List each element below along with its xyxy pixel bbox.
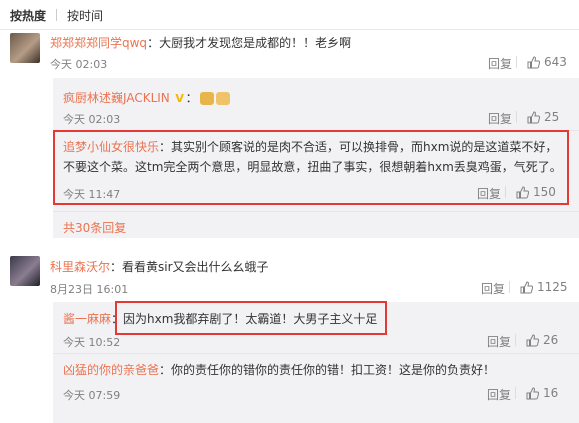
action-divider <box>515 387 516 399</box>
sort-tabs: 按热度 按时间 <box>10 6 103 24</box>
tab-time[interactable]: 按时间 <box>67 7 103 24</box>
reply-1-username[interactable]: 疯厨林述巍JACKLIN <box>63 91 170 105</box>
reply-button[interactable]: 回复 <box>481 280 505 297</box>
divider <box>53 211 579 212</box>
like-button[interactable]: 26 <box>526 333 558 347</box>
comment-2-time: 8月23日 16:01 <box>50 283 129 296</box>
reply-2-username[interactable]: 凶猛的你的亲爸爸 <box>63 363 159 377</box>
comment-1-time: 今天 02:03 <box>50 58 108 71</box>
action-divider <box>509 281 510 293</box>
avatar[interactable] <box>10 33 40 63</box>
emoji-icon <box>199 92 214 105</box>
tab-hot[interactable]: 按热度 <box>10 7 46 24</box>
like-button[interactable]: 1125 <box>520 280 568 294</box>
thumbs-up-icon <box>526 386 539 399</box>
comment-2: 科里森沃尔：看看黄sir又会出什么幺蛾子 <box>50 258 269 275</box>
comment-1-username[interactable]: 郑郑郑郑同学qwq <box>50 36 147 50</box>
action-divider <box>516 111 517 123</box>
emoji-icon <box>215 92 230 105</box>
reply-2: 凶猛的你的亲爸爸：你的责任你的错你的责任你的错！扣工资！这是你的负责好！ <box>63 361 495 378</box>
like-count: 26 <box>543 333 559 347</box>
more-replies-link[interactable]: 共30条回复 <box>63 219 126 236</box>
like-count: 16 <box>543 386 559 400</box>
like-button[interactable]: 643 <box>527 55 567 69</box>
highlight-box <box>53 130 569 205</box>
comment-1: 郑郑郑郑同学qwq：大厨我才发现您是成都的！！老乡啊 <box>50 34 351 51</box>
like-count: 25 <box>544 110 560 124</box>
action-divider <box>515 334 516 346</box>
reply-button[interactable]: 回复 <box>487 333 511 350</box>
reply-1-username[interactable]: 酱一麻麻 <box>63 312 111 326</box>
reply-1-time: 今天 02:03 <box>63 113 121 126</box>
v-badge-icon: V <box>175 92 184 105</box>
comment-2-text: ：看看黄sir又会出什么幺蛾子 <box>110 260 269 274</box>
like-button[interactable]: 16 <box>526 386 558 400</box>
comment-1-text: ：大厨我才发现您是成都的！！老乡啊 <box>147 36 352 50</box>
reply-2-time: 今天 07:59 <box>63 389 121 402</box>
reply-1-text: ： <box>185 91 198 105</box>
comment-2-username[interactable]: 科里森沃尔 <box>50 260 110 274</box>
like-count: 1125 <box>537 280 568 294</box>
action-divider <box>516 56 517 68</box>
highlight-box <box>115 301 387 335</box>
reply-button[interactable]: 回复 <box>488 110 512 127</box>
tab-divider <box>56 9 58 21</box>
reply-button[interactable]: 回复 <box>488 55 512 72</box>
avatar[interactable] <box>10 256 40 286</box>
reply-1-time: 今天 10:52 <box>63 336 121 349</box>
reply-2-text: ：你的责任你的错你的责任你的错！扣工资！这是你的负责好！ <box>159 363 496 377</box>
reply-button[interactable]: 回复 <box>487 386 511 403</box>
divider <box>0 29 579 30</box>
thumbs-up-icon <box>520 280 533 293</box>
like-count: 643 <box>544 55 567 69</box>
reply-1: 疯厨林述巍JACKLIN V： <box>63 89 230 106</box>
divider <box>53 353 579 354</box>
thumbs-up-icon <box>527 110 540 123</box>
like-button[interactable]: 25 <box>527 110 559 124</box>
thumbs-up-icon <box>527 55 540 68</box>
thumbs-up-icon <box>526 333 539 346</box>
